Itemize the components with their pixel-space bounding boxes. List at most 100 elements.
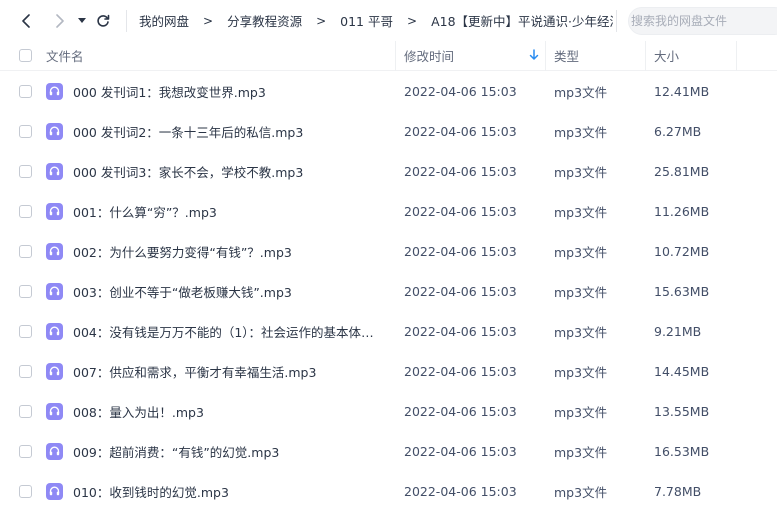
file-type: mp3文件 [554,124,608,140]
breadcrumb: 我的网盘 > 分享教程资源 > 011 平哥 > A18【更新中】平说通识·少年… [139,11,613,30]
file-name[interactable]: 009：超前消费：“有钱”的幻觉.mp3 [73,442,383,461]
column-header-name[interactable]: 文件名 [46,40,396,71]
breadcrumb-separator: > [407,13,418,28]
file-name[interactable]: 004：没有钱是万万不能的（1）：社会运作的基本体系.... [73,322,383,341]
file-type: mp3文件 [554,484,608,500]
file-checkbox[interactable] [19,364,32,378]
file-row[interactable]: 009：超前消费：“有钱”的幻觉.mp3 2022-04-06 15:03 mp3文… [0,431,777,471]
file-select-cell [0,351,46,391]
file-checkbox[interactable] [19,444,32,458]
file-checkbox[interactable] [19,284,32,298]
file-name[interactable]: 000 发刊词1：我想改变世界.mp3 [73,82,383,101]
file-checkbox[interactable] [19,164,32,178]
select-all-checkbox[interactable] [19,49,32,62]
headphones-icon [49,486,60,496]
file-select-cell [0,311,46,351]
file-name[interactable]: 000 发刊词3：家长不会，学校不教.mp3 [73,162,383,181]
column-header-type[interactable]: 类型 [546,40,646,71]
file-row[interactable]: 004：没有钱是万万不能的（1）：社会运作的基本体系.... 2022-04-06… [0,311,777,351]
file-name-cell: 003：创业不等于“做老板赚大钱”.mp3 [46,271,396,311]
column-header-modified[interactable]: 修改时间 [396,40,546,71]
file-row[interactable]: 007：供应和需求，平衡才有幸福生活.mp3 2022-04-06 15:03 mp… [0,351,777,391]
file-name[interactable]: 002：为什么要努力变得“有钱”？.mp3 [73,242,383,261]
file-type: mp3文件 [554,204,608,220]
file-row[interactable]: 001：什么算“穷”？.mp3 2022-04-06 15:03 mp3文件 11.2… [0,191,777,231]
search-input[interactable] [631,14,771,28]
file-checkbox[interactable] [19,204,32,218]
file-modified: 2022-04-06 15:03 [404,403,517,419]
file-size: 10.72MB [654,243,710,259]
file-checkbox[interactable] [19,84,32,98]
column-header-modified-label: 修改时间 [404,49,455,64]
audio-file-icon [46,482,63,500]
file-size: 15.63MB [654,283,710,299]
column-header-size[interactable]: 大小 [646,40,737,71]
file-type: mp3文件 [554,84,608,100]
file-select-cell [0,231,46,271]
file-type: mp3文件 [554,364,608,380]
file-name-cell: 009：超前消费：“有钱”的幻觉.mp3 [46,431,396,471]
chevron-left-icon [22,13,30,28]
audio-file-icon [46,162,63,180]
file-name[interactable]: 010：收到钱时的幻觉.mp3 [73,482,383,501]
file-size: 7.78MB [654,483,702,499]
nav-divider [126,9,127,32]
file-row[interactable]: 000 发刊词1：我想改变世界.mp3 2022-04-06 15:03 mp3文件… [0,71,777,111]
file-checkbox[interactable] [19,324,32,338]
file-row[interactable]: 003：创业不等于“做老板赚大钱”.mp3 2022-04-06 15:03 mp3… [0,271,777,311]
headphones-icon [49,406,60,416]
file-checkbox[interactable] [19,484,32,498]
file-checkbox[interactable] [19,404,32,418]
search-box[interactable] [628,7,777,35]
file-select-cell [0,151,46,191]
file-checkbox[interactable] [19,124,32,138]
file-name-cell: 007：供应和需求，平衡才有幸福生活.mp3 [46,351,396,391]
breadcrumb-item-current-folder[interactable]: A18【更新中】平说通识·少年经济 [431,11,613,30]
file-select-cell [0,391,46,431]
audio-file-icon [46,322,63,340]
file-size: 11.26MB [654,203,710,219]
back-button[interactable] [14,8,40,34]
audio-file-icon [46,442,63,460]
file-row[interactable]: 000 发刊词3：家长不会，学校不教.mp3 2022-04-06 15:03 mp… [0,151,777,191]
file-size: 25.81MB [654,163,710,179]
caret-down-icon [78,17,86,23]
file-type: mp3文件 [554,244,608,260]
file-row[interactable]: 008：量入为出！.mp3 2022-04-06 15:03 mp3文件 13.55M… [0,391,777,431]
audio-file-icon [46,82,63,100]
file-modified: 2022-04-06 15:03 [404,123,517,139]
file-type: mp3文件 [554,324,608,340]
audio-file-icon [46,282,63,300]
file-row[interactable]: 000 发刊词2：一条十三年后的私信.mp3 2022-04-06 15:03 mp… [0,111,777,151]
file-name[interactable]: 008：量入为出！.mp3 [73,402,383,421]
file-name-cell: 004：没有钱是万万不能的（1）：社会运作的基本体系.... [46,311,396,351]
file-modified: 2022-04-06 15:03 [404,203,517,219]
audio-file-icon [46,242,63,260]
file-modified: 2022-04-06 15:03 [404,283,517,299]
file-modified: 2022-04-06 15:03 [404,363,517,379]
file-size: 6.27MB [654,123,702,139]
breadcrumb-item-shared-resources[interactable]: 分享教程资源 [227,11,302,30]
file-name[interactable]: 001：什么算“穷”？.mp3 [73,202,383,221]
headphones-icon [49,206,60,216]
file-name-cell: 001：什么算“穷”？.mp3 [46,191,396,231]
select-all-cell [0,41,46,71]
file-type: mp3文件 [554,444,608,460]
headphones-icon [49,286,60,296]
file-size: 16.53MB [654,443,710,459]
refresh-button[interactable] [90,8,116,34]
breadcrumb-item-folder-011[interactable]: 011 平哥 [340,11,393,30]
file-row[interactable]: 002：为什么要努力变得“有钱”？.mp3 2022-04-06 15:03 mp3… [0,231,777,271]
file-size: 14.45MB [654,363,710,379]
file-name-cell: 010：收到钱时的幻觉.mp3 [46,471,396,511]
history-dropdown-button[interactable] [74,8,90,34]
file-type: mp3文件 [554,404,608,420]
file-checkbox[interactable] [19,244,32,258]
breadcrumb-item-my-drive[interactable]: 我的网盘 [139,11,189,30]
file-name[interactable]: 000 发刊词2：一条十三年后的私信.mp3 [73,122,383,141]
file-row[interactable]: 010：收到钱时的幻觉.mp3 2022-04-06 15:03 mp3文件 7.78… [0,471,777,511]
file-select-cell [0,271,46,311]
file-name[interactable]: 003：创业不等于“做老板赚大钱”.mp3 [73,282,383,301]
forward-button[interactable] [46,8,72,34]
file-name[interactable]: 007：供应和需求，平衡才有幸福生活.mp3 [73,362,383,381]
